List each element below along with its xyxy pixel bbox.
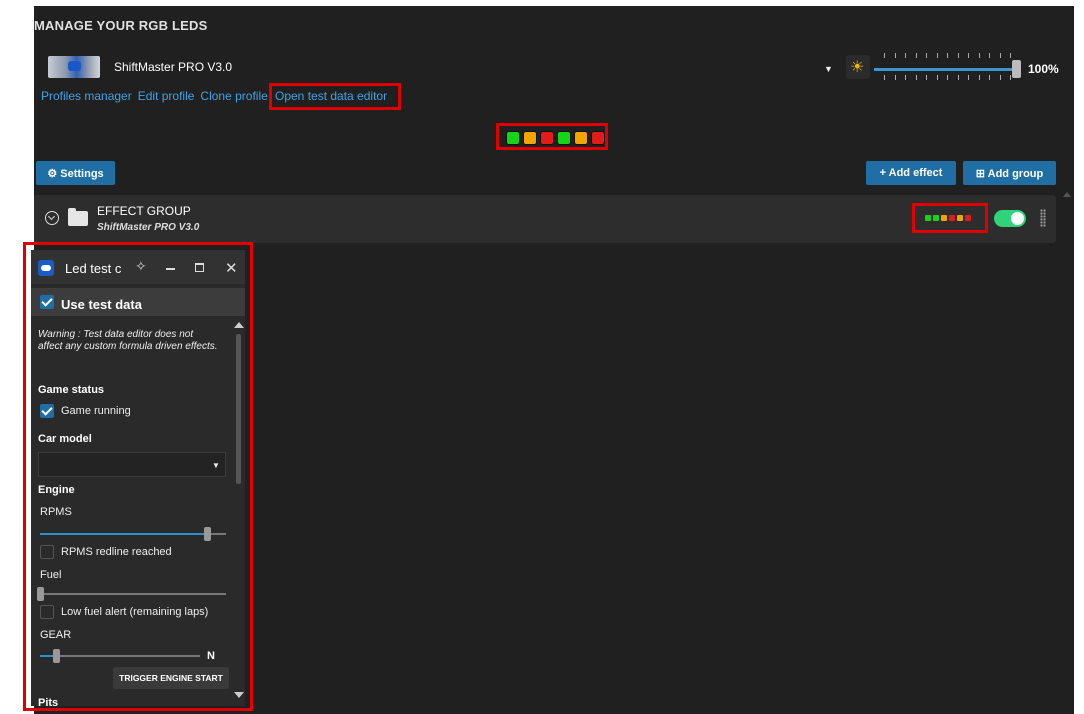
mini-led-indicator: [941, 215, 947, 221]
engine-header: Engine: [38, 484, 75, 496]
rpms-slider-thumb[interactable]: [204, 527, 212, 541]
add-effect-button[interactable]: + Add effect: [866, 161, 956, 185]
open-test-data-editor-link[interactable]: Open test data editor: [275, 89, 387, 103]
car-model-select[interactable]: [38, 452, 226, 477]
led-preview-strip: [496, 123, 608, 150]
pin-icon[interactable]: ✧: [135, 258, 147, 275]
car-model-dropdown-icon: ▼: [212, 461, 220, 470]
fuel-slider[interactable]: [40, 593, 226, 595]
mini-led-indicator: [957, 215, 963, 221]
expand-chevron-icon[interactable]: [45, 211, 59, 225]
brightness-ticks-bottom: [874, 75, 1014, 81]
gear-value: N: [207, 650, 215, 662]
game-status-header: Game status: [38, 384, 105, 396]
panel-title: Led test c: [65, 261, 122, 276]
brightness-icon: ☀: [846, 55, 870, 79]
panel-scrollbar[interactable]: [236, 334, 241, 484]
led-indicator: [540, 131, 554, 145]
panel-scroll-up-arrow[interactable]: [234, 322, 244, 328]
settings-button[interactable]: ⚙ Settings: [36, 161, 115, 185]
trigger-engine-start-button[interactable]: TRIGGER ENGINE START: [113, 667, 229, 689]
gear-label: GEAR: [40, 629, 72, 641]
rpms-label: RPMS: [40, 506, 72, 518]
led-indicator: [506, 131, 520, 145]
led-indicator: [557, 131, 571, 145]
effect-group-toggle[interactable]: [994, 210, 1026, 227]
led-indicator: [523, 131, 537, 145]
low-fuel-checkbox[interactable]: [40, 605, 54, 619]
panel-titlebar[interactable]: Led test c ✧ ✕: [31, 250, 245, 284]
brightness-slider-thumb[interactable]: [1012, 60, 1021, 78]
minimize-icon[interactable]: [166, 268, 175, 270]
warning-text: Warning : Test data editor does not affe…: [38, 329, 218, 352]
gamepad-icon: [68, 61, 81, 71]
panel-scroll-down-arrow[interactable]: [234, 692, 244, 698]
device-dropdown-arrow[interactable]: ▼: [824, 64, 833, 74]
game-running-checkbox[interactable]: [40, 404, 54, 418]
add-group-button[interactable]: ⊞ Add group: [963, 161, 1056, 185]
edit-profile-link[interactable]: Edit profile: [138, 89, 195, 103]
led-preview-row: [506, 131, 605, 145]
gear-slider-thumb[interactable]: [53, 649, 60, 663]
brightness-ticks-top: [874, 53, 1014, 59]
folder-icon: [68, 208, 88, 226]
rpms-slider-fill: [40, 533, 208, 535]
led-indicator: [591, 131, 605, 145]
led-indicator: [574, 131, 588, 145]
mini-led-indicator: [949, 215, 955, 221]
brightness-slider[interactable]: [874, 68, 1018, 71]
fuel-label: Fuel: [40, 569, 62, 581]
low-fuel-label: Low fuel alert (remaining laps): [61, 606, 209, 618]
device-name: ShiftMaster PRO V3.0: [114, 60, 233, 74]
use-test-data-checkbox[interactable]: [40, 295, 54, 309]
device-thumbnail: [48, 56, 100, 78]
main-scroll-up-arrow[interactable]: [1063, 192, 1071, 197]
mini-led-indicator: [925, 215, 931, 221]
pits-header: Pits: [38, 697, 59, 706]
effect-group-led-preview: [912, 203, 988, 233]
rpms-redline-checkbox[interactable]: [40, 545, 54, 559]
led-test-panel: Led test c ✧ ✕ Use test data Warning : T…: [31, 250, 245, 706]
fuel-slider-thumb[interactable]: [37, 587, 44, 601]
page-title: MANAGE YOUR RGB LEDS: [34, 18, 208, 33]
profile-links: Profiles manager Edit profile Clone profil…: [41, 89, 274, 103]
app-gamepad-icon: [38, 260, 54, 276]
close-icon[interactable]: ✕: [225, 259, 238, 277]
effect-group-name: EFFECT GROUP: [97, 204, 191, 218]
use-test-data-label: Use test data: [61, 297, 142, 312]
mini-led-row: [925, 215, 971, 221]
profiles-manager-link[interactable]: Profiles manager: [41, 89, 132, 103]
gear-slider[interactable]: [40, 655, 200, 657]
effect-group-row[interactable]: EFFECT GROUP ShiftMaster PRO V3.0: [34, 195, 1056, 243]
maximize-icon[interactable]: [195, 263, 204, 272]
effect-group-device: ShiftMaster PRO V3.0: [97, 222, 200, 233]
car-model-header: Car model: [38, 433, 92, 445]
rpms-redline-label: RPMS redline reached: [61, 546, 172, 558]
brightness-value: 100%: [1028, 62, 1059, 76]
mini-led-indicator: [965, 215, 971, 221]
mini-led-indicator: [933, 215, 939, 221]
game-running-label: Game running: [61, 405, 131, 417]
drag-handle-icon[interactable]: [1040, 209, 1046, 227]
clone-profile-link[interactable]: Clone profile: [200, 89, 267, 103]
